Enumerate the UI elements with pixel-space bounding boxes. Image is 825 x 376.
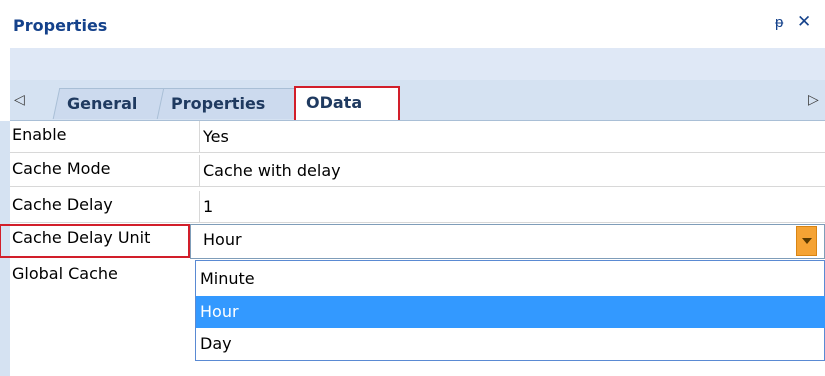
tab-general[interactable]: General xyxy=(52,88,170,119)
scroll-left-icon[interactable]: ◁ xyxy=(14,91,25,108)
scroll-right-icon[interactable]: ▷ xyxy=(808,91,819,108)
dropdown-button[interactable] xyxy=(796,226,817,256)
tab-bar: ◁ General Properties OData ▷ xyxy=(10,80,825,121)
toolbar-strip xyxy=(10,48,825,80)
tab-odata-label: OData xyxy=(306,93,363,112)
highlight-cache-delay-unit xyxy=(0,224,190,258)
property-value[interactable]: 1 xyxy=(203,191,213,223)
option-minute[interactable]: Minute xyxy=(196,263,825,295)
selected-value: Hour xyxy=(203,230,242,249)
close-icon[interactable]: ✕ xyxy=(797,12,811,32)
property-row-enable[interactable]: Enable Yes xyxy=(10,121,825,153)
chevron-down-icon xyxy=(802,238,812,244)
property-name: Global Cache xyxy=(10,260,200,291)
dropdown-list: Minute Hour Day xyxy=(195,260,825,361)
panel-title: Properties xyxy=(13,16,108,35)
property-name: Cache Mode xyxy=(10,155,200,186)
property-name: Cache Delay xyxy=(10,191,200,222)
option-hour[interactable]: Hour xyxy=(196,296,825,328)
property-row-cache-delay[interactable]: Cache Delay 1 xyxy=(10,191,825,223)
option-day[interactable]: Day xyxy=(196,328,825,360)
tab-general-label: General xyxy=(67,94,138,113)
property-value[interactable]: Yes xyxy=(203,121,229,153)
panel-title-bar: Properties ᵽ ✕ xyxy=(0,0,825,48)
tab-properties[interactable]: Properties xyxy=(156,88,302,119)
tab-odata[interactable]: OData xyxy=(294,86,400,120)
property-value[interactable]: Cache with delay xyxy=(203,155,341,187)
cache-delay-unit-select[interactable]: Hour xyxy=(190,224,825,259)
tab-properties-label: Properties xyxy=(171,94,266,113)
property-name: Enable xyxy=(10,121,200,152)
pin-icon[interactable]: ᵽ xyxy=(775,14,783,31)
property-row-cache-mode[interactable]: Cache Mode Cache with delay xyxy=(10,155,825,187)
